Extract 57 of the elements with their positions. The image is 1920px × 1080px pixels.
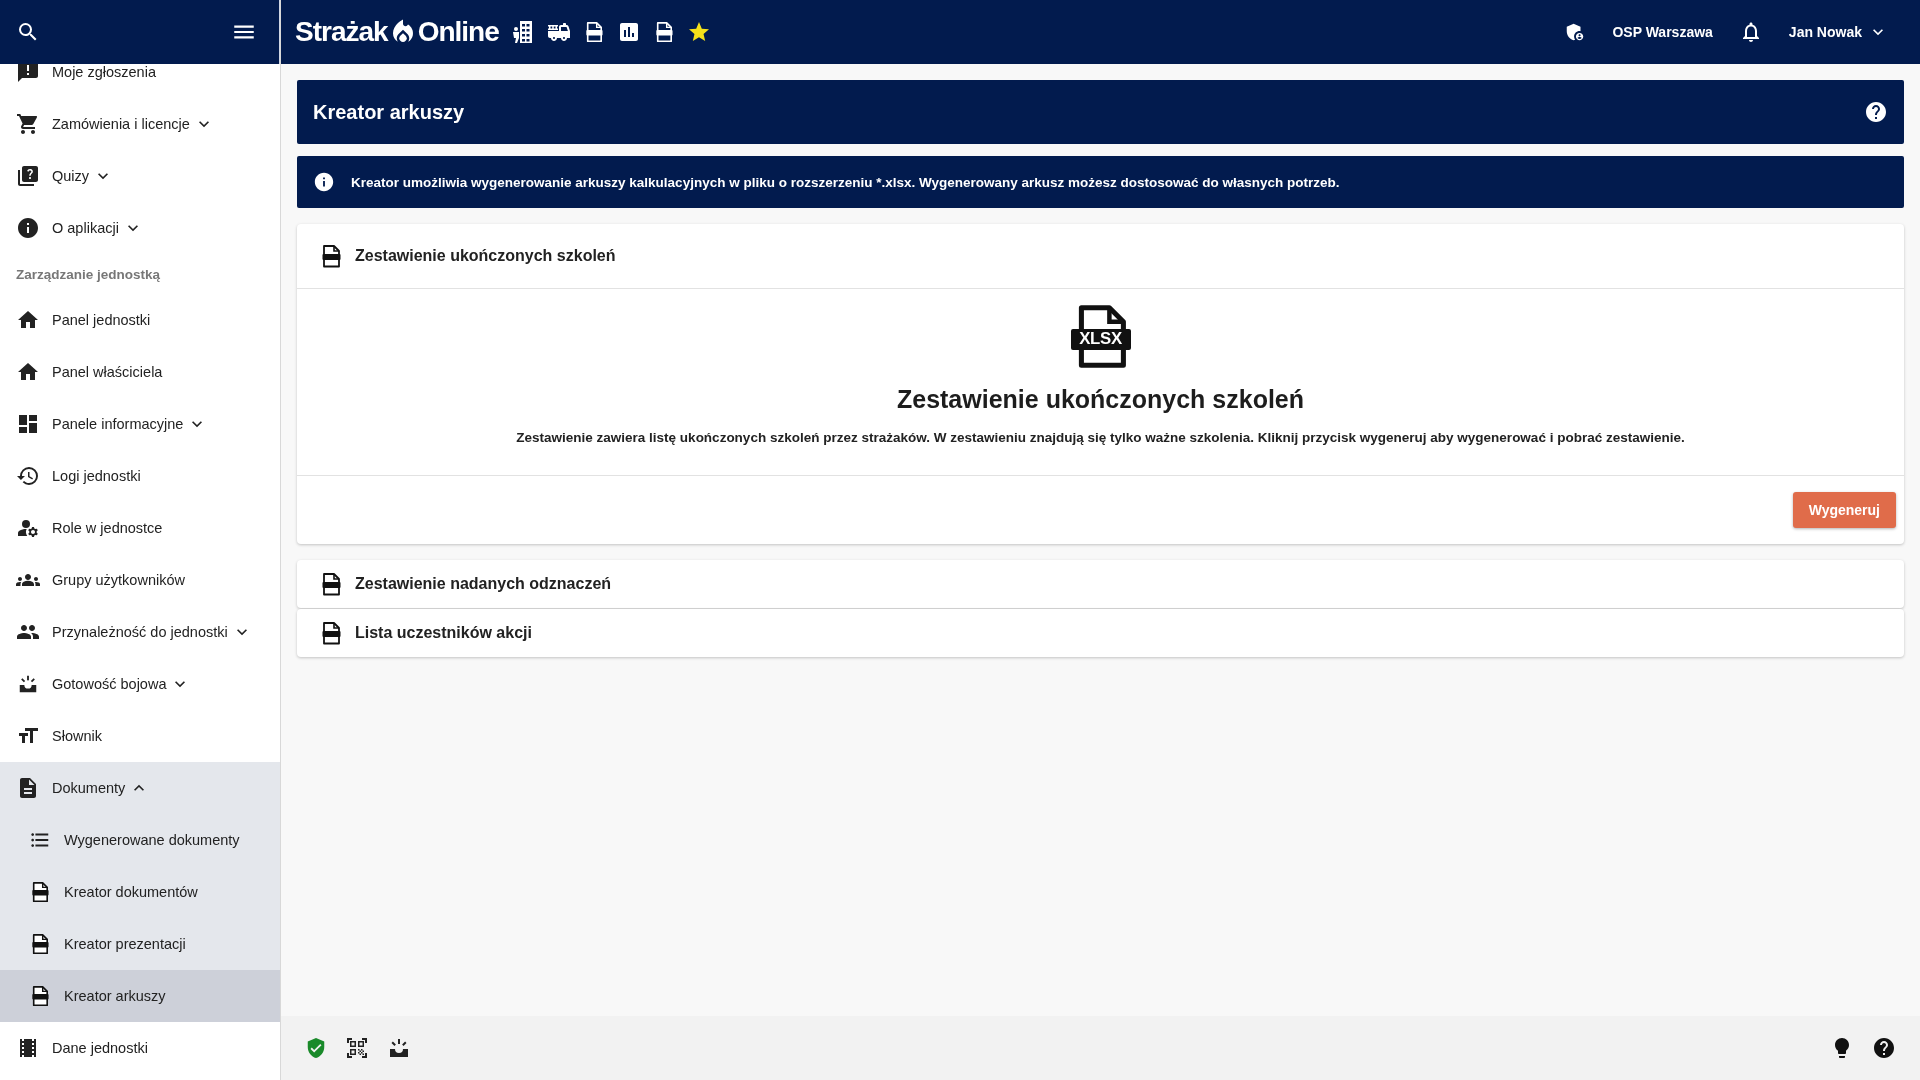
sheet-title: Zestawienie ukończonych szkoleń — [355, 247, 616, 265]
file-icon — [321, 244, 341, 268]
sheet-header[interactable]: Zestawienie ukończonych szkoleń — [297, 224, 1904, 289]
page-title: Kreator arkuszy — [313, 100, 465, 124]
sidebar-item[interactable]: Słownik — [0, 710, 280, 762]
sheet-header[interactable]: Lista uczestników akcji — [297, 609, 1904, 658]
info-text: Kreator umożliwia wygenerowanie arkuszy kalkulacyjnych w pliku o rozszerzeniu *.xlsx. Wygenerowany arkusz możesz dostosować do własnych potrzeb. — [351, 174, 1340, 190]
sheet-description: Zestawienie zawiera listę ukończonych szkoleń przez strażaków. W zestawieniu znajdują się tylko ważne szkolenia. Kliknij przycisk wygeneruj aby wygenerować i pobrać zestawienie. — [516, 430, 1685, 446]
siren-icon — [17, 673, 39, 695]
star-icon[interactable] — [686, 20, 711, 44]
feedback-icon — [16, 64, 40, 84]
sidebar-item[interactable]: Panele informacyjne — [0, 398, 280, 450]
file-icon — [31, 933, 49, 955]
sidebar-subitem[interactable]: Kreator prezentacji — [0, 918, 280, 970]
dashboard-icon — [16, 412, 40, 436]
sidebar-item[interactable]: Zamówienia i licencje — [0, 98, 280, 150]
sidebar-subitem[interactable]: Wygenerowane dokumenty — [0, 814, 280, 866]
file-icon — [321, 621, 341, 645]
quiz-icon — [16, 164, 40, 188]
qr-code-icon[interactable] — [345, 1036, 369, 1060]
sheet-title: Lista uczestników akcji — [355, 624, 532, 643]
sidebar-item[interactable]: O aplikacji — [0, 202, 280, 254]
file-icon — [321, 572, 341, 596]
history-icon — [16, 464, 40, 488]
sidebar-subitem[interactable]: Kreator dokumentów — [0, 866, 280, 918]
info-icon — [313, 171, 335, 193]
cart-icon — [16, 112, 40, 136]
sidebar-item[interactable]: Quizy — [0, 150, 280, 202]
file-icon — [584, 21, 603, 43]
sidebar-item[interactable]: Logi jednostki — [0, 450, 280, 502]
user-menu[interactable]: Jan Nowak — [1788, 22, 1888, 42]
sidebar-item[interactable]: Dane jednostki — [0, 1022, 280, 1074]
help-icon[interactable] — [1872, 1036, 1896, 1060]
sidebar-item[interactable]: Moje zgłoszenia — [0, 64, 280, 98]
app-logo[interactable]: Strażak Online — [295, 16, 499, 48]
siren-icon — [387, 1036, 411, 1060]
sidebar-item[interactable]: Dokumenty — [0, 762, 280, 814]
sidebar-item[interactable]: Panel jednostki — [0, 294, 280, 346]
help-icon[interactable] — [1864, 100, 1888, 124]
sidebar-item[interactable]: Role w jednostce — [0, 502, 280, 554]
fire-truck-icon[interactable] — [546, 20, 571, 44]
shield-check-icon[interactable] — [305, 1037, 327, 1059]
file-icon — [31, 985, 49, 1007]
sidebar-section-title: Zarządzanie jednostką — [15, 265, 162, 284]
sidebar-item[interactable]: Panel właściciela — [0, 346, 280, 398]
file-icon — [31, 881, 49, 903]
sidebar-subitem[interactable]: Kreator arkuszy — [0, 970, 280, 1022]
file-icon — [654, 21, 673, 43]
sheet-title: Zestawienie nadanych odznaczeń — [355, 575, 612, 594]
firefighter-building-icon — [510, 20, 533, 44]
sidebar-item[interactable]: Przynależność do jednostki — [0, 606, 280, 658]
unit-name[interactable]: OSP Warszawa — [1612, 24, 1713, 40]
sidebar-item[interactable]: Gotowość bojowa — [0, 658, 280, 710]
sidebar-item[interactable]: Grupy użytkowników — [0, 554, 280, 606]
sheet-header[interactable]: Zestawienie nadanych odznaczeń — [297, 560, 1904, 609]
info-icon — [16, 216, 40, 240]
sheet-heading: Zestawienie ukończonych szkoleń — [896, 385, 1305, 415]
